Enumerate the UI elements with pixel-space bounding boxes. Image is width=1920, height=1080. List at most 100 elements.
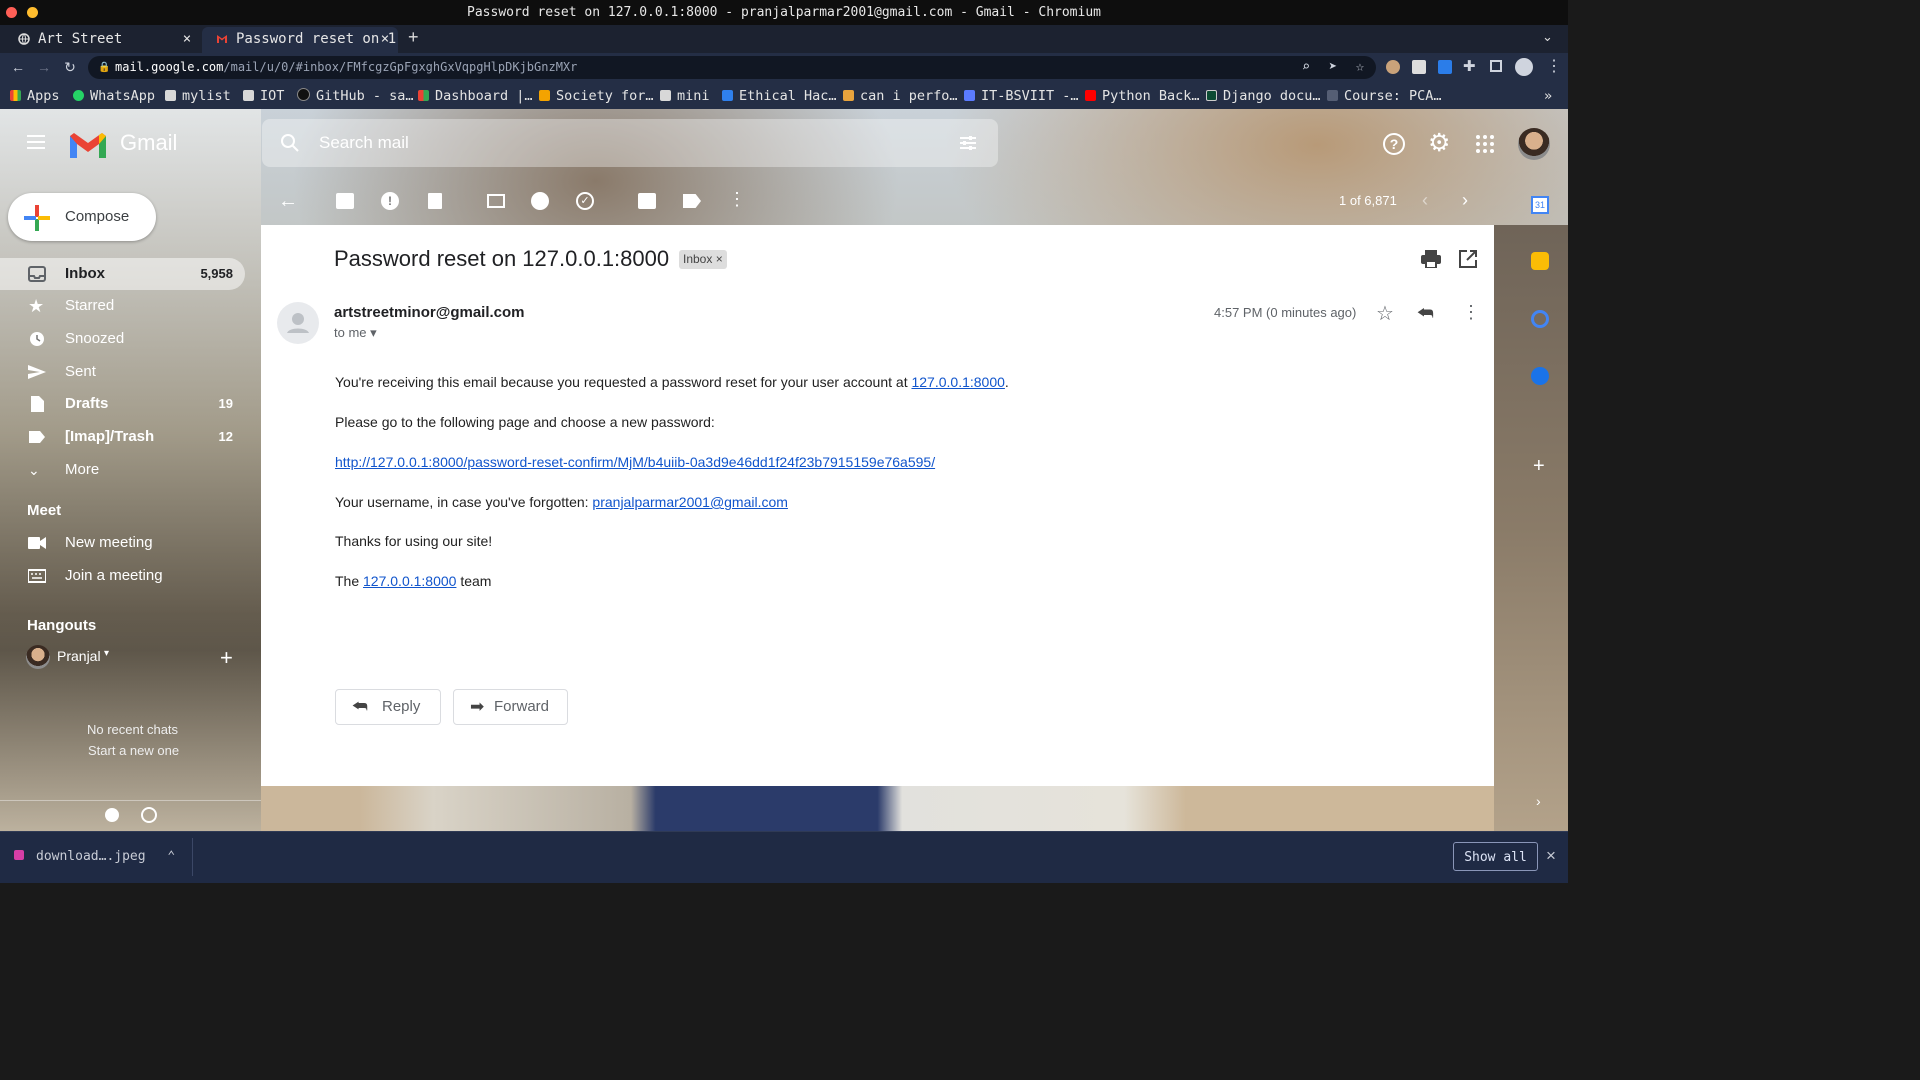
- send-tab-icon[interactable]: ➤: [1323, 57, 1343, 77]
- sidebar-item-sent[interactable]: Sent: [0, 356, 245, 388]
- contacts-icon[interactable]: [1531, 367, 1549, 385]
- search-bar[interactable]: Search mail: [262, 119, 998, 167]
- start-new-chat-link[interactable]: Start a new one: [88, 743, 179, 758]
- open-new-window-icon[interactable]: [1459, 250, 1477, 268]
- bookmark-iot[interactable]: IOT: [243, 84, 284, 108]
- contacts-person-icon[interactable]: [105, 808, 119, 822]
- bookmark-django-docs[interactable]: Django docu…: [1206, 84, 1321, 108]
- extensions-puzzle-icon[interactable]: ✚: [1463, 57, 1476, 75]
- sidebar-item-drafts[interactable]: Drafts 19: [0, 388, 245, 420]
- newer-chevron-left-icon[interactable]: ‹: [1422, 190, 1428, 211]
- sidebar-item-inbox[interactable]: Inbox 5,958: [0, 258, 245, 290]
- site-link[interactable]: 127.0.0.1:8000: [911, 374, 1004, 390]
- help-icon[interactable]: ?: [1383, 133, 1405, 155]
- tab-gmail[interactable]: Password reset on 1 ×: [202, 27, 398, 53]
- reply-button[interactable]: ⮪ Reply: [335, 689, 441, 725]
- account-avatar[interactable]: [1518, 128, 1550, 160]
- show-all-downloads-button[interactable]: Show all: [1453, 842, 1538, 871]
- bookmark-dashboard[interactable]: Dashboard |…: [418, 84, 533, 108]
- browser-menu-icon[interactable]: ⋮: [1546, 56, 1562, 76]
- hangouts-add-icon[interactable]: +: [220, 645, 233, 671]
- address-bar[interactable]: 🔒 mail.google.com/mail/u/0/#inbox/FMfcgz…: [88, 56, 1376, 79]
- hangouts-quote-icon[interactable]: [141, 807, 157, 823]
- star-toggle-icon[interactable]: ☆: [1376, 301, 1394, 326]
- meet-join-meeting[interactable]: Join a meeting: [0, 560, 245, 592]
- bookmark-star-icon[interactable]: ☆: [1350, 57, 1370, 77]
- mark-unread-icon[interactable]: [487, 194, 505, 208]
- sidebar-item-snoozed[interactable]: Snoozed: [0, 323, 245, 355]
- forward-button[interactable]: ➡ Forward: [453, 689, 568, 725]
- username-email-link[interactable]: pranjalparmar2001@gmail.com: [592, 494, 788, 510]
- window-close-dot[interactable]: [6, 7, 17, 18]
- sidebar-item-trash[interactable]: [Imap]/Trash 12: [0, 421, 245, 453]
- window-minimize-dot[interactable]: [27, 7, 38, 18]
- gmail-logo-icon[interactable]: [68, 130, 108, 160]
- tab-art-street[interactable]: Art Street ×: [4, 27, 200, 53]
- keep-icon[interactable]: [1531, 252, 1549, 270]
- tab-search-chevron-icon[interactable]: ⌄: [1542, 29, 1553, 45]
- hangouts-user-avatar[interactable]: [26, 645, 50, 669]
- hangouts-status-chevron-icon[interactable]: ▾: [104, 648, 109, 659]
- extension-1-icon[interactable]: [1386, 60, 1400, 74]
- archive-icon[interactable]: [336, 193, 354, 209]
- site-link[interactable]: 127.0.0.1:8000: [363, 573, 456, 589]
- download-options-chevron-icon[interactable]: ⌃: [167, 849, 175, 864]
- print-icon[interactable]: [1421, 250, 1441, 269]
- bookmark-python-backend[interactable]: Python Back…: [1085, 84, 1200, 108]
- sidebar-item-starred[interactable]: ★ Starred: [0, 290, 245, 322]
- bookmark-apps[interactable]: Apps: [10, 84, 60, 108]
- compose-button[interactable]: Compose: [8, 193, 156, 241]
- add-to-tasks-icon[interactable]: ✓: [576, 192, 594, 210]
- side-panel-icon[interactable]: [1490, 60, 1502, 72]
- profile-avatar-icon[interactable]: [1515, 58, 1533, 76]
- recipient-line[interactable]: to me ▾: [334, 325, 377, 341]
- close-downloads-bar-icon[interactable]: ×: [1546, 846, 1556, 866]
- back-to-inbox-icon[interactable]: ←: [278, 190, 298, 213]
- bookmark-can-i-perform[interactable]: can i perfo…: [843, 84, 958, 108]
- snooze-clock-icon[interactable]: [531, 192, 549, 210]
- remove-label-close-icon[interactable]: ×: [716, 252, 723, 266]
- back-icon[interactable]: ←: [8, 57, 28, 77]
- sidebar-item-more[interactable]: ⌄ More: [0, 454, 245, 486]
- settings-gear-icon[interactable]: ⚙: [1428, 128, 1450, 158]
- bookmark-whatsapp[interactable]: WhatsApp: [73, 84, 155, 108]
- new-tab-button[interactable]: +: [408, 27, 419, 48]
- search-input[interactable]: Search mail: [319, 133, 409, 153]
- report-spam-icon[interactable]: !: [381, 192, 399, 210]
- older-chevron-right-icon[interactable]: ›: [1462, 190, 1468, 211]
- tab-close-icon[interactable]: ×: [180, 27, 194, 51]
- download-item[interactable]: download….jpeg ⌃: [14, 849, 175, 864]
- forward-icon[interactable]: →: [34, 57, 54, 77]
- tasks-icon[interactable]: [1531, 310, 1549, 328]
- bookmark-mini[interactable]: mini: [660, 84, 710, 108]
- password-reset-link[interactable]: http://127.0.0.1:8000/password-reset-con…: [335, 453, 935, 471]
- meet-new-meeting[interactable]: New meeting: [0, 527, 245, 559]
- inbox-label-chip[interactable]: Inbox ×: [679, 250, 727, 269]
- bookmark-it-bsviit[interactable]: IT-BSVIIT -…: [964, 84, 1079, 108]
- delete-trash-icon[interactable]: [428, 193, 442, 209]
- reload-icon[interactable]: ↻: [60, 57, 80, 77]
- message-more-icon[interactable]: ⋮: [1462, 302, 1480, 323]
- bookmark-mylist[interactable]: mylist: [165, 84, 231, 108]
- move-to-folder-icon[interactable]: [638, 193, 656, 209]
- extension-3-icon[interactable]: [1438, 60, 1452, 74]
- bookmark-github[interactable]: GitHub - sa…: [297, 84, 414, 108]
- zoom-icon[interactable]: ⌕: [1296, 57, 1316, 77]
- google-apps-icon[interactable]: [1475, 134, 1495, 154]
- bookmarks-overflow[interactable]: »: [1544, 84, 1552, 108]
- sender-email[interactable]: artstreetminor@gmail.com: [334, 304, 525, 321]
- reply-arrow-icon[interactable]: ⮪: [1417, 303, 1434, 324]
- extension-2-icon[interactable]: [1412, 60, 1426, 74]
- get-addons-plus-icon[interactable]: +: [1533, 455, 1545, 478]
- bookmark-course-pca[interactable]: Course: PCA…: [1327, 84, 1442, 108]
- tab-close-icon[interactable]: ×: [378, 27, 392, 51]
- sender-avatar[interactable]: [277, 302, 319, 344]
- bookmark-society[interactable]: Society for…: [539, 84, 654, 108]
- search-options-icon[interactable]: [958, 133, 978, 153]
- hangouts-user-name[interactable]: Pranjal: [57, 648, 101, 664]
- bookmark-ethical-hacking[interactable]: Ethical Hac…: [722, 84, 837, 108]
- search-icon[interactable]: [280, 133, 300, 153]
- more-actions-icon[interactable]: ⋮: [728, 189, 746, 210]
- show-side-panel-chevron-icon[interactable]: ›: [1536, 793, 1541, 809]
- main-menu-icon[interactable]: [26, 132, 46, 152]
